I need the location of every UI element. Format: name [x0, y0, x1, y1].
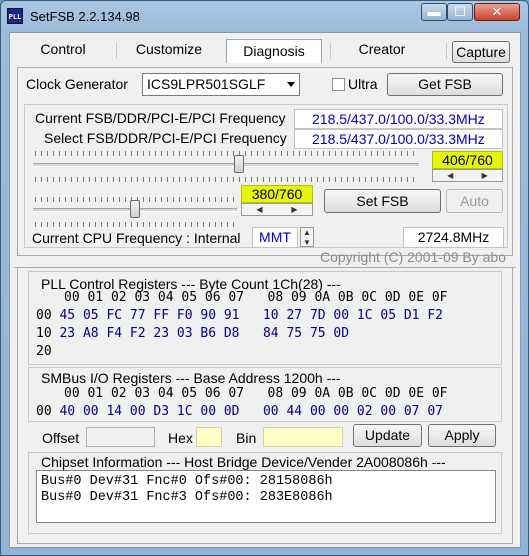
get-fsb-button[interactable]: Get FSB [387, 73, 503, 96]
chevron-down-icon [287, 82, 295, 87]
pcie-slider-spinner[interactable]: ◀ ▶ [241, 203, 313, 216]
tab-separator [116, 43, 117, 59]
tab-bar: Control Customize Diagnosis Creator Capt… [12, 37, 518, 63]
current-frequency-label: Current FSB/DDR/PCI-E/PCI Frequency [35, 110, 286, 126]
pll-column-header: 00 01 02 03 04 05 06 07 08 09 0A 0B 0C 0… [64, 290, 448, 305]
arrow-left-icon[interactable]: ◀ [433, 170, 468, 181]
tab-control[interactable]: Control [14, 37, 112, 61]
bin-label: Bin [236, 430, 257, 446]
chipset-info-text[interactable]: Bus#0 Dev#31 Fnc#0 Ofs#00: 28158086h Bus… [36, 470, 496, 523]
slider-ticks [35, 222, 235, 227]
fsb-slider-thumb[interactable] [234, 155, 245, 173]
select-frequency-value: 218.5/437.0/100.0/33.3MHz [294, 129, 503, 149]
bin-field[interactable] [263, 427, 343, 447]
table-row: 10 23 A8 F4 F2 23 03 B6 D8 84 75 75 0D [36, 326, 349, 341]
pcie-slider-readout: 380/760 [241, 185, 313, 203]
auto-button[interactable]: Auto [446, 189, 503, 213]
arrow-left-icon[interactable]: ◀ [242, 204, 277, 215]
hex-label: Hex [168, 430, 193, 446]
smbus-registers-title: SMBus I/O Registers --- Base Address 120… [41, 370, 341, 386]
title-bar[interactable]: PLL SetFSB 2.2.134.98 ▬ ☐ ✕ [1, 1, 528, 33]
clock-generator-select[interactable]: ICS9LPR501SGLF [142, 73, 300, 96]
fsb-slider-track [33, 163, 419, 167]
slider-ticks [35, 177, 417, 182]
row-values[interactable]: 23 A8 F4 F2 23 03 B6 D8 84 75 75 0D [59, 326, 349, 341]
setfsb-window: PLL SetFSB 2.2.134.98 ▬ ☐ ✕ Control Cust… [0, 0, 529, 556]
table-row: 00 45 05 FC 77 FF F0 90 91 10 27 7D 00 1… [36, 308, 443, 323]
capture-button[interactable]: Capture [452, 41, 510, 63]
smbus-column-header: 00 01 02 03 04 05 06 07 08 09 0A 0B 0C 0… [64, 386, 448, 401]
chipset-info-title: Chipset Information --- Host Bridge Devi… [41, 454, 446, 470]
arrow-right-icon[interactable]: ▶ [277, 204, 312, 215]
tab-creator[interactable]: Creator [334, 37, 430, 61]
offset-label: Offset [42, 430, 80, 446]
arrow-down-icon[interactable]: ▼ [301, 237, 313, 248]
offset-field[interactable] [86, 427, 155, 447]
pll-app-icon: PLL [7, 8, 23, 24]
tab-customize[interactable]: Customize [120, 37, 218, 61]
row-address: 00 [36, 404, 52, 419]
chipset-line: Bus#0 Dev#31 Fnc#0 Ofs#00: 28158086h [41, 474, 333, 489]
slider-ticks [35, 151, 417, 156]
row-values[interactable]: 45 05 FC 77 FF F0 90 91 10 27 7D 00 1C 0… [59, 308, 443, 323]
arrow-right-icon[interactable]: ▶ [468, 170, 503, 181]
update-button[interactable]: Update [353, 424, 422, 447]
set-fsb-button[interactable]: Set FSB [324, 189, 441, 213]
cpu-source-spinner[interactable]: ▲ ▼ [300, 227, 314, 247]
tab-separator [446, 43, 447, 59]
hex-field[interactable] [196, 427, 222, 447]
registers-panel: PLL Control Registers --- Byte Count 1Ch… [17, 267, 513, 544]
clock-generator-label: Clock Generator [26, 76, 128, 92]
apply-button[interactable]: Apply [428, 424, 496, 447]
fsb-slider-spinner[interactable]: ◀ ▶ [432, 169, 503, 182]
row-address: 10 [36, 326, 52, 341]
ultra-checkbox[interactable] [332, 78, 345, 91]
select-frequency-label: Select FSB/DDR/PCI-E/PCI Frequency [44, 130, 287, 146]
row-address: 00 [36, 308, 52, 323]
clock-generator-value: ICS9LPR501SGLF [147, 76, 266, 92]
table-row: 20 [36, 344, 59, 359]
minimize-button[interactable]: ▬ [421, 3, 447, 21]
row-values[interactable]: 40 00 14 00 D3 1C 00 0D 00 44 00 00 02 0… [59, 404, 443, 419]
chipset-line: Bus#0 Dev#31 Fnc#3 Ofs#00: 283E8086h [41, 490, 333, 505]
cpu-frequency-value: 2724.8MHz [403, 227, 504, 248]
row-address: 20 [36, 344, 52, 359]
fsb-slider-readout: 406/760 [432, 151, 503, 169]
cpu-frequency-label: Current CPU Frequency : Internal [32, 230, 241, 246]
table-row: 00 40 00 14 00 D3 1C 00 0D 00 44 00 00 0… [36, 404, 443, 419]
current-frequency-value: 218.5/437.0/100.0/33.3MHz [294, 109, 503, 129]
close-button[interactable]: ✕ [474, 3, 520, 21]
pcie-slider-thumb[interactable] [130, 200, 140, 218]
cpu-source-value: MMT [252, 227, 298, 248]
window-title: SetFSB 2.2.134.98 [30, 9, 140, 24]
tab-diagnosis[interactable]: Diagnosis [226, 39, 322, 63]
ultra-label: Ultra [348, 76, 378, 92]
client-area: Control Customize Diagnosis Creator Capt… [9, 32, 521, 548]
maximize-button[interactable]: ☐ [447, 3, 473, 21]
tab-separator [330, 43, 331, 59]
copyright-text: Copyright (C) 2001-09 By abo [320, 249, 506, 265]
